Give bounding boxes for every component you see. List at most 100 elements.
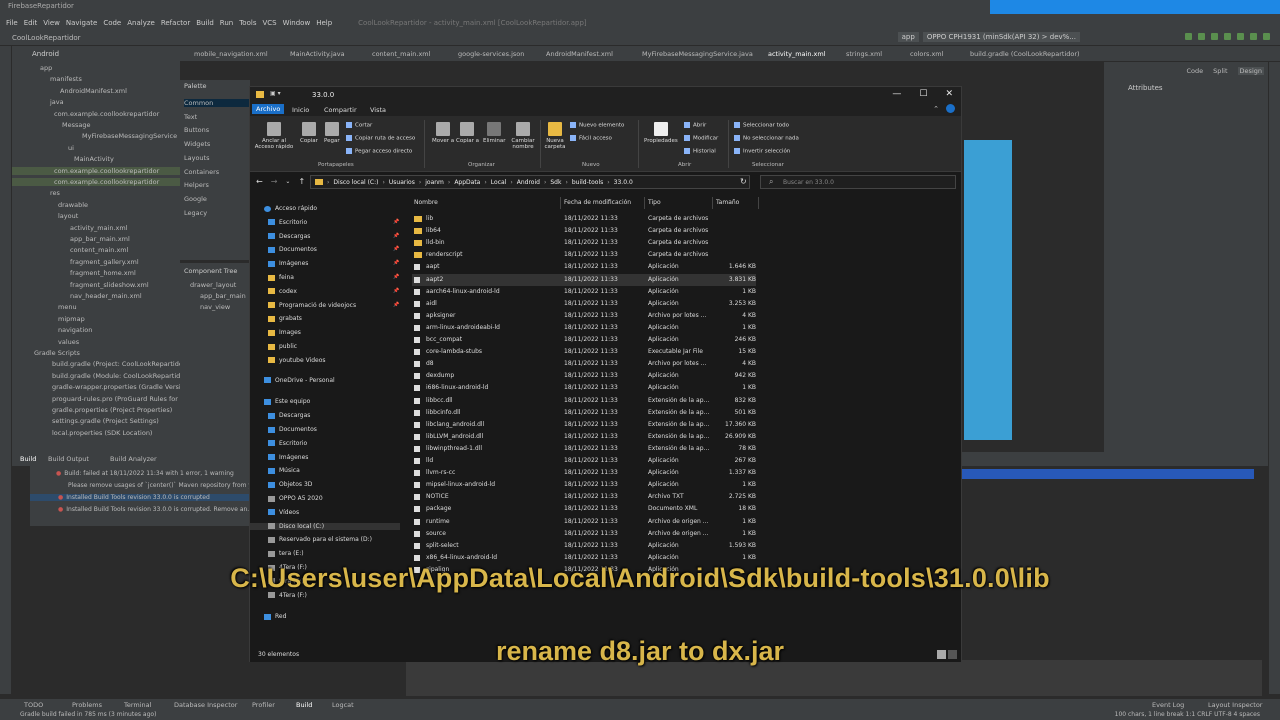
file-row[interactable]: source 18/11/2022 11:33 Archivo de origen … — [412, 528, 756, 540]
menu-item-tools[interactable]: Tools — [239, 19, 256, 27]
file-row[interactable]: split-select 18/11/2022 11:33 Aplicación 1.… — [412, 540, 756, 552]
file-row[interactable]: aarch64-linux-android-ld 18/11/2022 11:33… — [412, 286, 756, 298]
mode-design[interactable]: Design — [1237, 67, 1264, 75]
palette-category[interactable]: Containers — [184, 168, 219, 176]
nav-item[interactable]: Música — [268, 467, 300, 474]
tab-compartir[interactable]: Compartir — [320, 105, 361, 115]
menu-item-build[interactable]: Build — [196, 19, 214, 27]
menu-item-run[interactable]: Run — [220, 19, 233, 27]
tree-item[interactable]: build.gradle (Module: CoolLookRepartidor… — [52, 372, 189, 380]
copy-path-button[interactable]: Copiar ruta de acceso — [346, 135, 415, 142]
tree-item[interactable]: content_main.xml — [70, 246, 128, 254]
tree-item[interactable]: app_bar_main.xml — [70, 235, 130, 243]
layout-preview[interactable] — [964, 140, 1012, 440]
editor-tab[interactable]: google-services.json — [458, 50, 524, 58]
nav-item[interactable]: Images — [268, 329, 301, 336]
project-view-selector[interactable]: Android — [12, 46, 180, 62]
component-tree-item[interactable]: nav_view — [200, 303, 230, 311]
tab-inicio[interactable]: Inicio — [288, 105, 313, 115]
copy-to-button[interactable]: Copiar a — [456, 122, 479, 144]
address-bar[interactable]: › Disco local (C:) › Usuarios › joanm › AppData… — [310, 175, 750, 189]
tree-item[interactable]: fragment_slideshow.xml — [70, 281, 149, 289]
file-row[interactable]: libLLVM_android.dll 18/11/2022 11:33 Exten… — [412, 431, 756, 443]
tree-item[interactable]: Message — [62, 121, 91, 129]
menu-item-analyze[interactable]: Analyze — [127, 19, 155, 27]
cut-button[interactable]: Cortar — [346, 122, 372, 129]
open-button[interactable]: Abrir — [684, 122, 706, 129]
nav-item[interactable]: public — [268, 343, 297, 350]
menu-item-help[interactable]: Help — [316, 19, 332, 27]
maximize-icon[interactable]: ☐ — [919, 89, 927, 99]
file-row[interactable]: lib64 18/11/2022 11:33 Carpeta de archivos — [412, 225, 756, 237]
file-row[interactable]: apksigner 18/11/2022 11:33 Archivo por lot… — [412, 310, 756, 322]
column-size[interactable]: Tamaño — [716, 199, 739, 206]
tool-window-problems[interactable]: Problems — [72, 701, 102, 709]
sdk-icon[interactable] — [1250, 33, 1257, 40]
tool-window-database-inspector[interactable]: Database Inspector — [174, 701, 237, 709]
file-row[interactable]: mipsel-linux-android-ld 18/11/2022 11:33 A… — [412, 479, 756, 491]
tool-window-terminal[interactable]: Terminal — [124, 701, 151, 709]
pin-quick-access-button[interactable]: Anclar al Acceso rápido — [254, 122, 294, 150]
chevron-up-icon[interactable]: ⌃ — [933, 105, 939, 113]
search-icon[interactable] — [1263, 33, 1270, 40]
run-configuration[interactable]: app OPPO CPH1931 (minSdk(API 32) > dev%.… — [897, 32, 1080, 42]
menu-item-view[interactable]: View — [43, 19, 60, 27]
file-row[interactable]: aidl 18/11/2022 11:33 Aplicación 3.253 KB — [412, 298, 756, 310]
avd-icon[interactable] — [1237, 33, 1244, 40]
new-folder-button[interactable]: Nueva carpeta — [544, 122, 566, 150]
tree-item[interactable]: java — [50, 98, 64, 106]
mode-split[interactable]: Split — [1213, 67, 1227, 75]
file-row[interactable]: libbcc.dll 18/11/2022 11:33 Extensión de l… — [412, 395, 756, 407]
tool-window-build[interactable]: Build — [296, 701, 312, 709]
nav-item[interactable]: feina — [268, 274, 294, 281]
build-tab[interactable]: Build — [20, 455, 36, 463]
nav-item[interactable]: codex — [268, 288, 297, 295]
tree-item[interactable]: build.gradle (Project: CoolLookRepartido… — [52, 360, 188, 368]
menu-item-code[interactable]: Code — [103, 19, 121, 27]
edit-button[interactable]: Modificar — [684, 135, 718, 142]
path-segment[interactable]: Disco local (C:) — [333, 179, 378, 186]
debug-icon[interactable] — [1198, 33, 1205, 40]
nav-item[interactable]: Escritorio — [268, 440, 307, 447]
invert-selection-button[interactable]: Invertir selección — [734, 148, 790, 155]
file-row[interactable]: NOTICE 18/11/2022 11:33 Archivo TXT 2.725 K… — [412, 491, 756, 503]
file-row[interactable]: libwinpthread-1.dll 18/11/2022 11:33 Exten… — [412, 443, 756, 455]
nav-item[interactable]: Reservado para el sistema (D:) — [268, 536, 372, 543]
mode-code[interactable]: Code — [1186, 67, 1203, 75]
build-line[interactable]: Installed Build Tools revision 33.0.0 is… — [30, 494, 250, 501]
tree-item[interactable]: MainActivity — [74, 155, 114, 163]
path-segment[interactable]: Local — [491, 179, 507, 186]
editor-tab[interactable]: AndroidManifest.xml — [546, 50, 613, 58]
tree-item[interactable]: activity_main.xml — [70, 224, 128, 232]
back-icon[interactable]: ← — [256, 177, 263, 186]
file-row[interactable]: package 18/11/2022 11:33 Documento XML 18 K… — [412, 503, 756, 515]
nav-item[interactable]: Acceso rápido — [264, 205, 317, 212]
editor-tab[interactable]: content_main.xml — [372, 50, 430, 58]
file-row[interactable]: i686-linux-android-ld 18/11/2022 11:33 Apl… — [412, 382, 756, 394]
path-segment[interactable]: build-tools — [572, 179, 603, 186]
tool-window-profiler[interactable]: Profiler — [252, 701, 275, 709]
file-row[interactable]: d8 18/11/2022 11:33 Archivo por lotes ... 4… — [412, 358, 756, 370]
up-icon[interactable]: ↑ — [298, 177, 305, 186]
file-row[interactable]: lld 18/11/2022 11:33 Aplicación 267 KB — [412, 455, 756, 467]
nav-item[interactable]: Vídeos — [268, 509, 299, 516]
run-icon[interactable] — [1185, 33, 1192, 40]
file-row[interactable]: x86_64-linux-android-ld 18/11/2022 11:33 A… — [412, 552, 756, 564]
component-tree-item[interactable]: drawer_layout — [190, 281, 236, 289]
move-to-button[interactable]: Mover a — [432, 122, 454, 144]
menu-item-refactor[interactable]: Refactor — [161, 19, 190, 27]
path-segment[interactable]: joanm — [425, 179, 444, 186]
tool-window-layout-inspector[interactable]: Layout Inspector — [1208, 701, 1262, 709]
tree-item[interactable]: com.example.coollookrepartidor — [12, 178, 180, 186]
history-button[interactable]: Historial — [684, 148, 716, 155]
select-all-button[interactable]: Seleccionar todo — [734, 122, 789, 129]
file-row[interactable]: core-lambda-stubs 18/11/2022 11:33 Executa… — [412, 346, 756, 358]
minimize-icon[interactable]: — — [892, 89, 901, 99]
file-row[interactable]: aapt2 18/11/2022 11:33 Aplicación 3.831 KB — [412, 273, 756, 286]
tree-item[interactable]: mipmap — [58, 315, 85, 323]
path-segment[interactable]: Android — [517, 179, 540, 186]
nav-item[interactable]: youtube Videos — [268, 357, 326, 364]
tree-item[interactable]: res — [50, 189, 60, 197]
file-row[interactable]: bcc_compat 18/11/2022 11:33 Aplicación 246 … — [412, 334, 756, 346]
file-row[interactable]: lib 18/11/2022 11:33 Carpeta de archivos — [412, 213, 756, 225]
